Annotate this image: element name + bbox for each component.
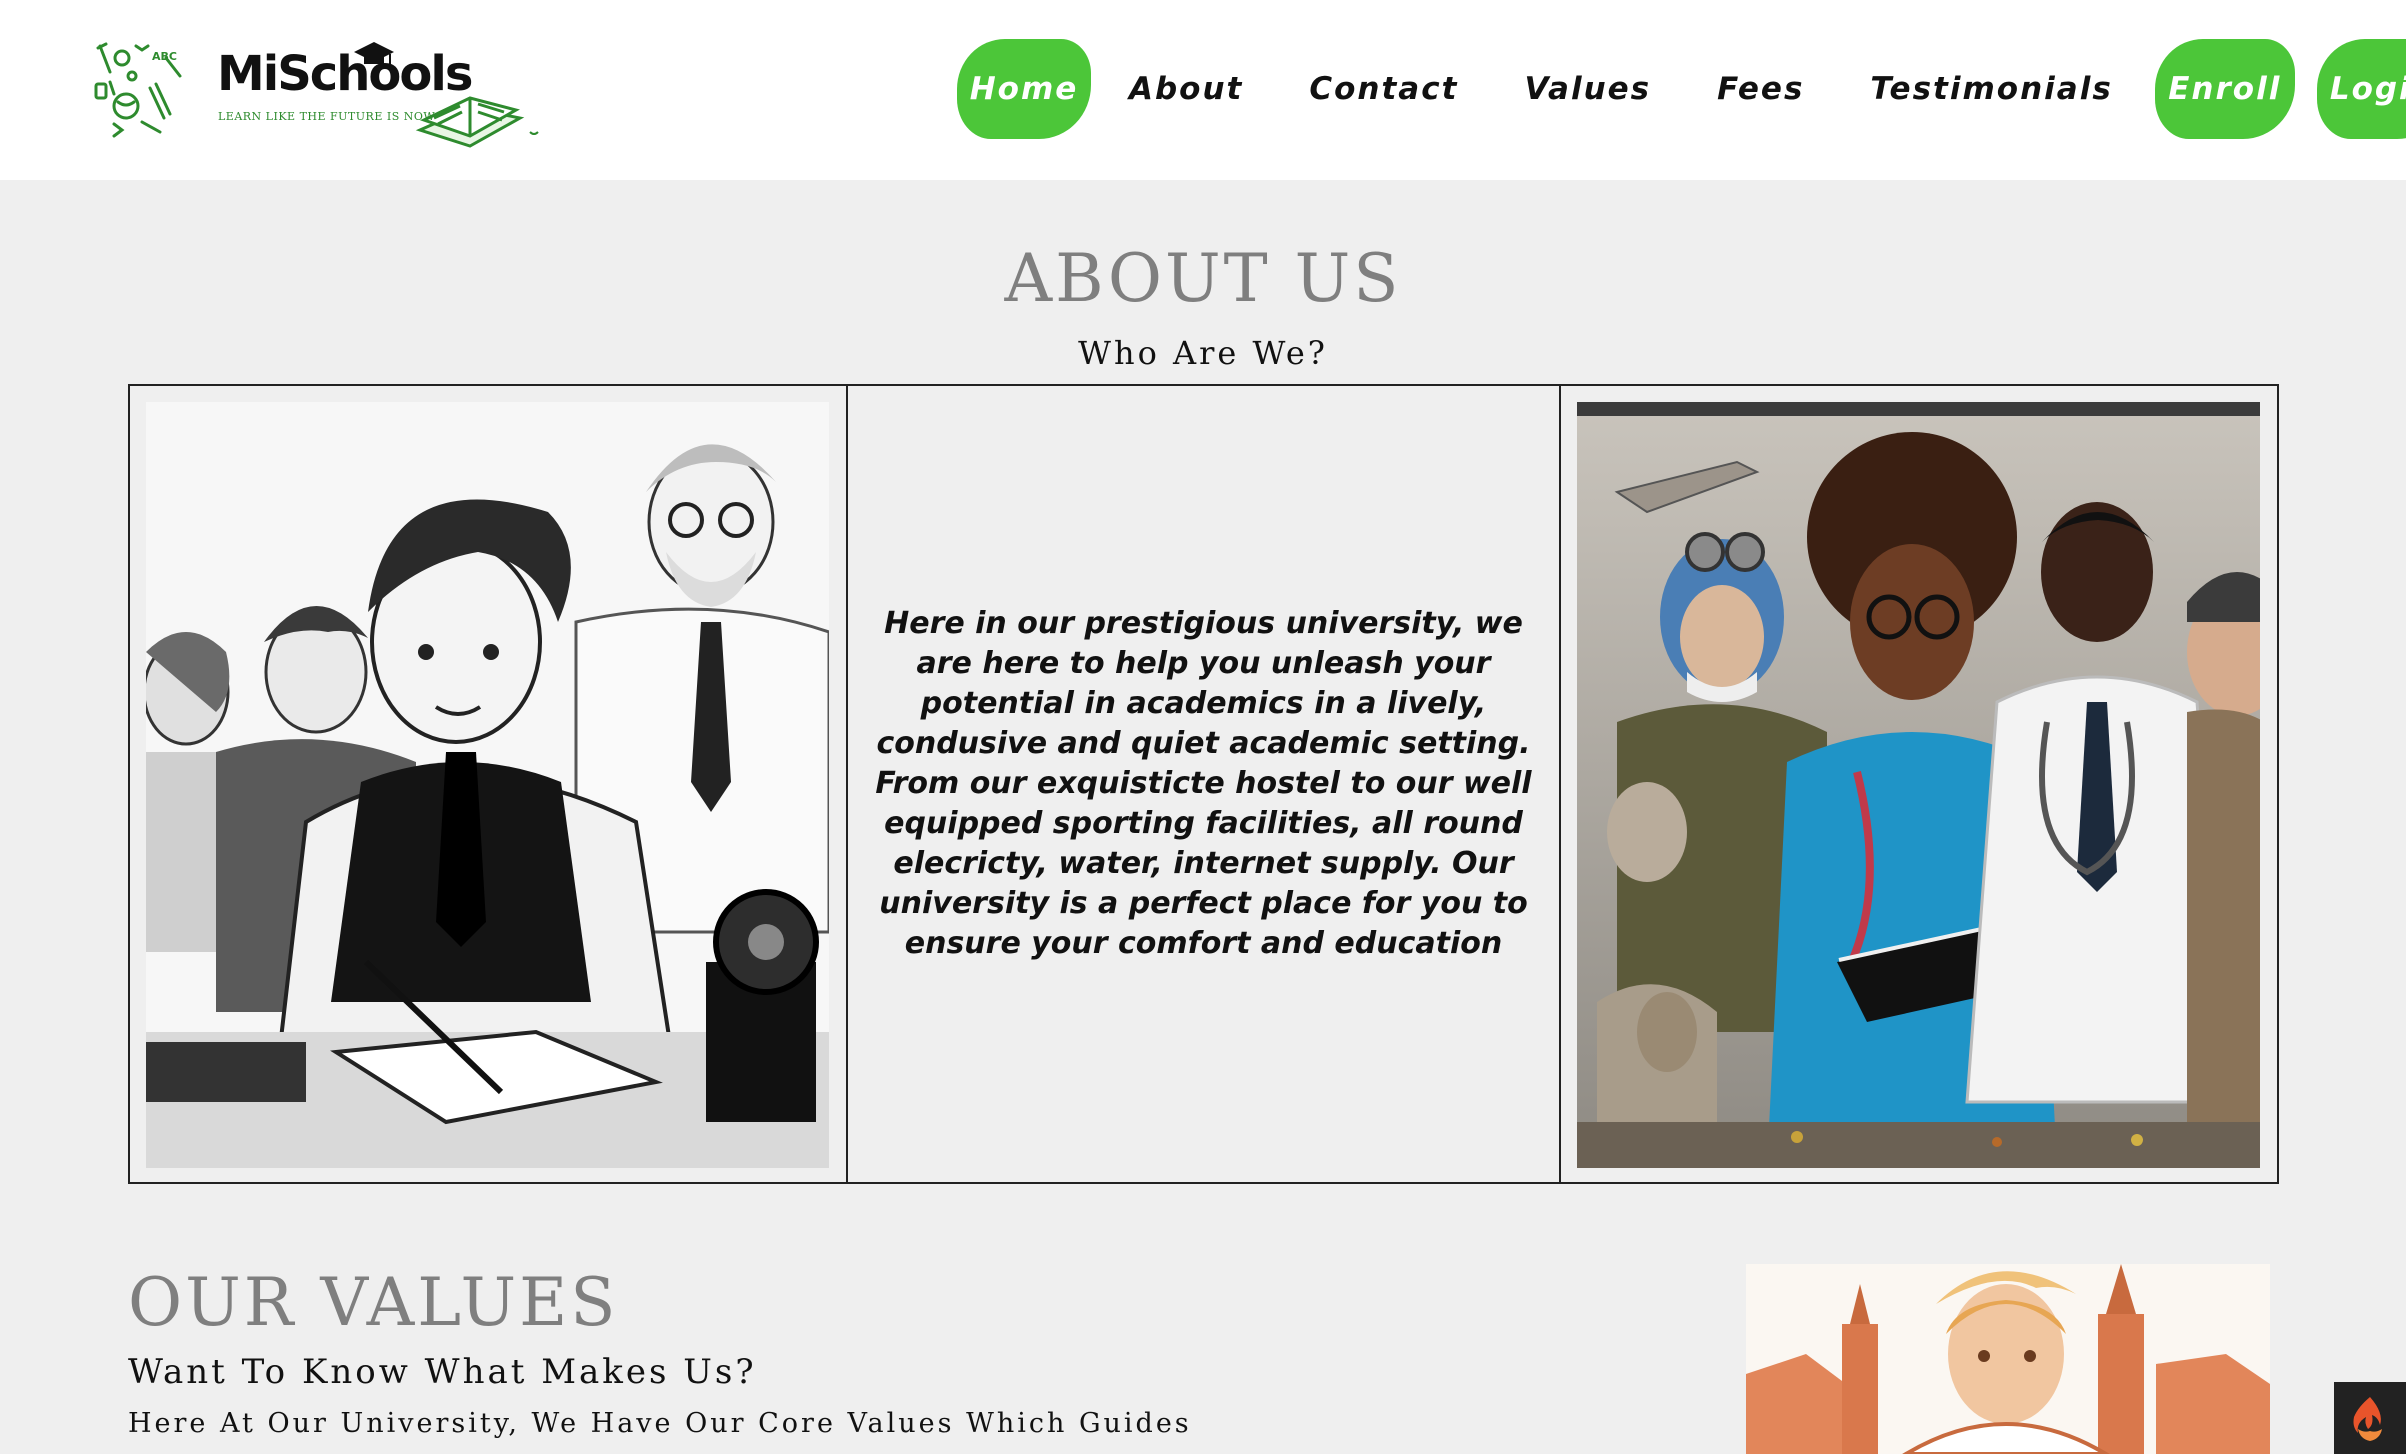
nav-contact[interactable]: Contact — [1309, 39, 1458, 139]
about-subtitle: Who Are We? — [1078, 334, 1328, 372]
values-description: Here At Our University, We Have Our Core… — [128, 1408, 1192, 1439]
about-text-cell: Here in our prestigious university, we a… — [845, 386, 1562, 1182]
students-sketch-image — [146, 402, 829, 1168]
about-grid: Here in our prestigious university, we a… — [128, 384, 2279, 1184]
values-subtitle: Want To Know What Makes Us? — [128, 1352, 757, 1392]
about-description: Here in our prestigious university, we a… — [875, 606, 1532, 961]
enroll-button[interactable]: Enroll — [2154, 39, 2295, 139]
nav-testimonials[interactable]: Testimonials — [1870, 39, 2112, 139]
site-header: ABC MiSchools LEARN LIKE THE FUTURE IS N… — [0, 0, 2406, 180]
nav-fees[interactable]: Fees — [1717, 39, 1804, 139]
flame-widget[interactable] — [2334, 1382, 2406, 1454]
professions-mural-image — [1577, 402, 2261, 1168]
brand-logo[interactable]: ABC MiSchools LEARN LIKE THE FUTURE IS N… — [92, 36, 552, 148]
about-left-cell — [130, 386, 846, 1182]
brand-tagline: LEARN LIKE THE FUTURE IS NOW — [218, 110, 436, 123]
flame-icon — [2353, 1397, 2382, 1441]
nav-about[interactable]: About — [1129, 39, 1243, 139]
nav-values[interactable]: Values — [1524, 39, 1651, 139]
login-button[interactable]: Login — [2316, 39, 2406, 139]
brand-name: MiSchools — [217, 46, 473, 102]
main-nav: Home About Contact Values Fees Testimoni… — [957, 38, 2406, 140]
values-title: OUR VALUES — [128, 1264, 619, 1341]
svg-text:ABC: ABC — [152, 50, 177, 63]
nav-home[interactable]: Home — [957, 39, 1091, 139]
about-title: ABOUT US — [1004, 240, 1402, 317]
student-city-image — [1746, 1264, 2270, 1454]
about-right-cell — [1561, 386, 2277, 1182]
